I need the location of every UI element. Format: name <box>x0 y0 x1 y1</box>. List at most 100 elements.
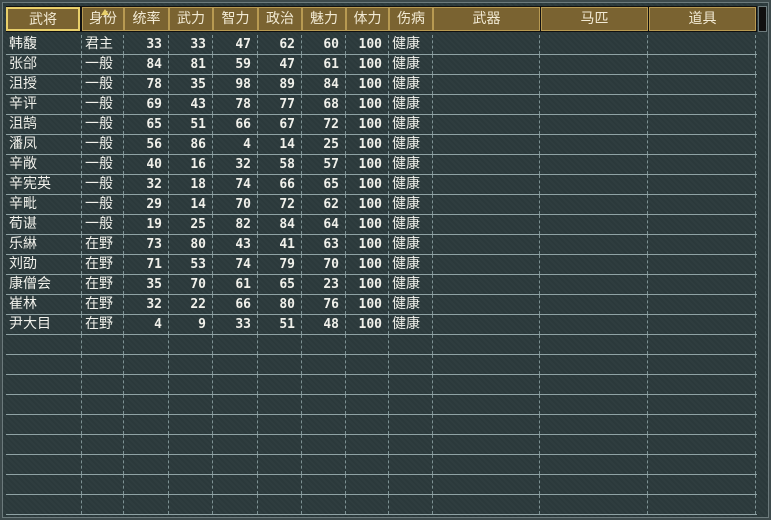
cell-charisma <box>302 375 346 394</box>
table-row[interactable]: 辛评 一般 69 43 78 77 68 100 健康 <box>6 95 757 115</box>
cell-politics <box>258 495 302 514</box>
cell-politics <box>258 435 302 454</box>
cell-injury <box>389 435 433 454</box>
cell-war: 25 <box>169 215 213 234</box>
column-header-injury[interactable]: 伤病 <box>389 7 433 31</box>
cell-horse <box>541 55 648 74</box>
cell-intelligence: 66 <box>213 295 258 314</box>
cell-intelligence: 82 <box>213 215 258 234</box>
empty-row <box>6 355 757 375</box>
cell-name <box>6 455 82 474</box>
cell-charisma <box>302 435 346 454</box>
empty-row <box>6 415 757 435</box>
table-row[interactable]: 乐綝 在野 73 80 43 41 63 100 健康 <box>6 235 757 255</box>
cell-weapon <box>433 195 540 214</box>
cell-leadership: 69 <box>124 95 169 114</box>
table-row[interactable]: 辛敞 一般 40 16 32 58 57 100 健康 <box>6 155 757 175</box>
cell-politics <box>258 395 302 414</box>
cell-item <box>649 155 756 174</box>
cell-status: 一般 <box>82 135 124 154</box>
cell-weapon <box>433 215 540 234</box>
cell-charisma: 57 <box>302 155 346 174</box>
cell-item <box>649 215 756 234</box>
cell-charisma <box>302 455 346 474</box>
cell-weapon <box>433 255 540 274</box>
cell-horse <box>541 235 648 254</box>
cell-name: 尹大目 <box>6 315 82 334</box>
column-header-name[interactable]: 武将 <box>6 7 80 31</box>
table-row[interactable]: 韩馥 君主 33 33 47 62 60 100 健康 <box>6 35 757 55</box>
cell-war: 16 <box>169 155 213 174</box>
cell-weapon <box>433 375 540 394</box>
cell-charisma <box>302 415 346 434</box>
cell-war <box>169 415 213 434</box>
cell-injury: 健康 <box>389 155 433 174</box>
column-header-politics[interactable]: 政治 <box>258 7 302 31</box>
column-header-weapon[interactable]: 武器 <box>433 7 540 31</box>
cell-leadership: 71 <box>124 255 169 274</box>
cell-item <box>649 235 756 254</box>
column-header-horse[interactable]: 马匹 <box>541 7 648 31</box>
cell-name: 辛评 <box>6 95 82 114</box>
empty-row <box>6 435 757 455</box>
cell-injury: 健康 <box>389 315 433 334</box>
table-row[interactable]: 潘凤 一般 56 86 4 14 25 100 健康 <box>6 135 757 155</box>
cell-name: 韩馥 <box>6 35 82 54</box>
cell-war: 22 <box>169 295 213 314</box>
table-row[interactable]: 荀谌 一般 19 25 82 84 64 100 健康 <box>6 215 757 235</box>
column-header-item[interactable]: 道具 <box>649 7 756 31</box>
cell-weapon <box>433 295 540 314</box>
cell-war <box>169 495 213 514</box>
cell-status: 君主 <box>82 35 124 54</box>
cell-status: 在野 <box>82 235 124 254</box>
cell-intelligence: 43 <box>213 235 258 254</box>
cell-horse <box>541 475 648 494</box>
cell-horse <box>541 415 648 434</box>
cell-weapon <box>433 275 540 294</box>
cell-leadership: 4 <box>124 315 169 334</box>
column-header-charisma[interactable]: 魅力 <box>302 7 346 31</box>
column-header-war[interactable]: 武力 <box>169 7 213 31</box>
table-row[interactable]: 康僧会 在野 35 70 61 65 23 100 健康 <box>6 275 757 295</box>
cell-item <box>649 315 756 334</box>
table-row[interactable]: 沮授 一般 78 35 98 89 84 100 健康 <box>6 75 757 95</box>
cell-item <box>649 35 756 54</box>
cell-stamina <box>346 435 389 454</box>
cell-item <box>649 495 756 514</box>
cell-stamina: 100 <box>346 275 389 294</box>
cell-intelligence: 66 <box>213 115 258 134</box>
cell-stamina <box>346 455 389 474</box>
cell-politics <box>258 455 302 474</box>
table-row[interactable]: 崔林 在野 32 22 66 80 76 100 健康 <box>6 295 757 315</box>
cell-horse <box>541 115 648 134</box>
cell-name <box>6 355 82 374</box>
cell-weapon <box>433 475 540 494</box>
sort-ascending-icon <box>101 9 109 15</box>
column-header-intelligence[interactable]: 智力 <box>213 7 258 31</box>
column-header-stamina[interactable]: 体力 <box>346 7 389 31</box>
table-row[interactable]: 辛毗 一般 29 14 70 72 62 100 健康 <box>6 195 757 215</box>
scrollbar[interactable] <box>758 6 767 32</box>
cell-intelligence <box>213 395 258 414</box>
table-row[interactable]: 尹大目 在野 4 9 33 51 48 100 健康 <box>6 315 757 335</box>
table-row[interactable]: 刘劭 在野 71 53 74 79 70 100 健康 <box>6 255 757 275</box>
cell-injury <box>389 355 433 374</box>
cell-weapon <box>433 35 540 54</box>
cell-war: 9 <box>169 315 213 334</box>
cell-name <box>6 475 82 494</box>
cell-politics: 72 <box>258 195 302 214</box>
cell-name: 荀谌 <box>6 215 82 234</box>
cell-war: 51 <box>169 115 213 134</box>
cell-leadership: 32 <box>124 295 169 314</box>
cell-leadership <box>124 415 169 434</box>
cell-horse <box>541 335 648 354</box>
table-row[interactable]: 张郃 一般 84 81 59 47 61 100 健康 <box>6 55 757 75</box>
table-row[interactable]: 沮鹄 一般 65 51 66 67 72 100 健康 <box>6 115 757 135</box>
cell-politics: 58 <box>258 155 302 174</box>
cell-intelligence: 33 <box>213 315 258 334</box>
cell-charisma: 48 <box>302 315 346 334</box>
table-row[interactable]: 辛宪英 一般 32 18 74 66 65 100 健康 <box>6 175 757 195</box>
cell-leadership <box>124 435 169 454</box>
cell-leadership <box>124 455 169 474</box>
column-header-leadership[interactable]: 统率 <box>124 7 169 31</box>
